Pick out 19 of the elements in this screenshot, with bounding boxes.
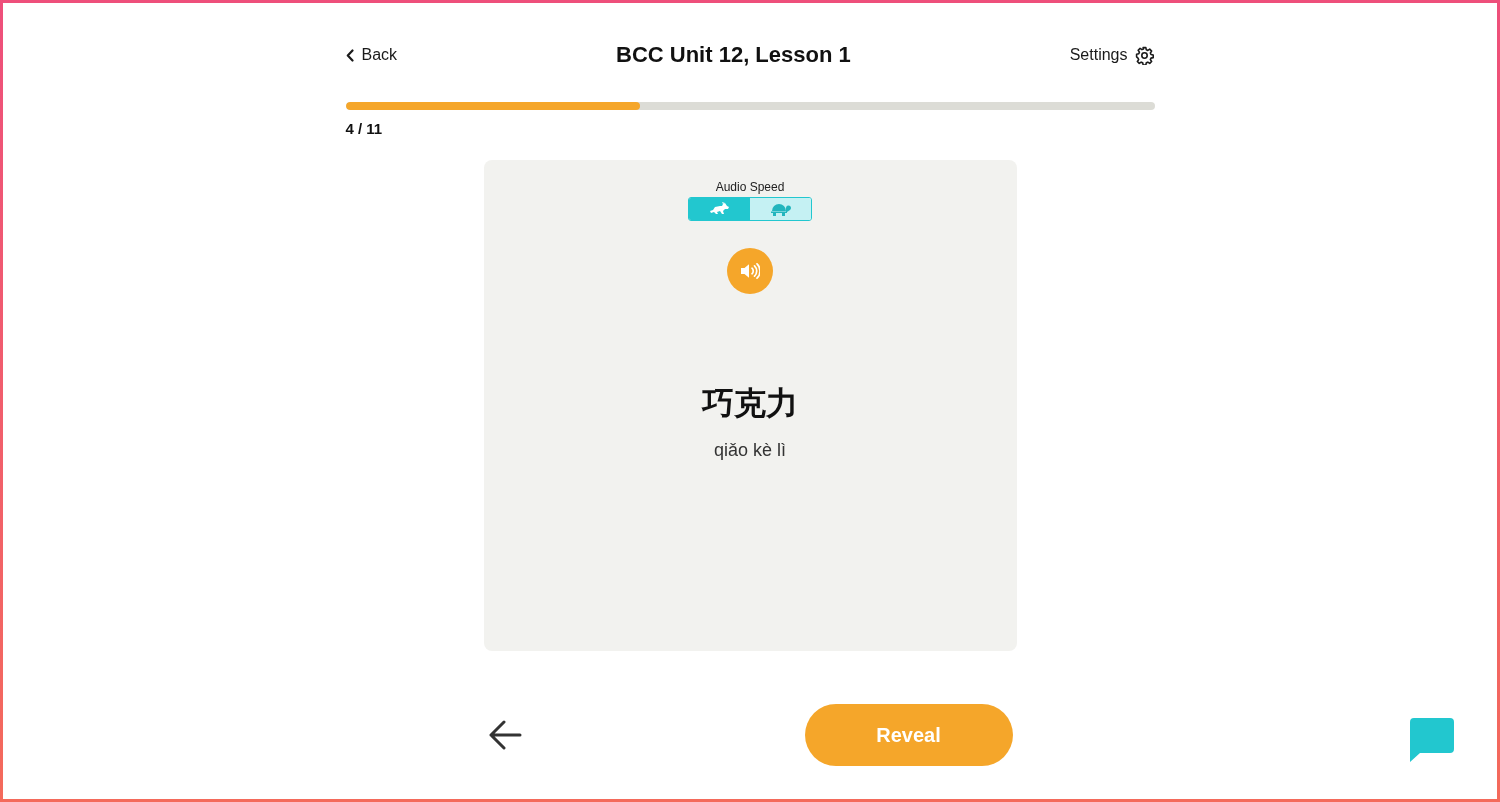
speech-bubble-icon <box>1410 718 1454 762</box>
play-audio-button[interactable] <box>727 248 773 294</box>
speed-option[interactable] <box>750 198 811 220</box>
progress-counter: 4 / 11 <box>345 120 383 138</box>
speaker-icon <box>740 263 760 279</box>
lesson-title: BCC Unit 12, Lesson 1 <box>616 41 851 69</box>
chat-button[interactable] <box>1410 718 1454 762</box>
audio-speed-label: Audio Speed <box>715 179 785 195</box>
rabbit-icon <box>709 202 730 216</box>
settings-link[interactable]: Settings <box>1069 40 1155 70</box>
back-link[interactable]: Back <box>345 40 398 70</box>
chinese-word: 巧克力 <box>702 384 798 423</box>
chevron-left-icon <box>345 48 354 62</box>
turtle-icon <box>769 202 792 216</box>
speed-option[interactable] <box>689 198 750 220</box>
arrow-left-icon <box>487 720 522 750</box>
settings-icon <box>1135 45 1155 65</box>
pinyin-text: qiǎo kè lì <box>713 439 786 462</box>
previous-card-button[interactable] <box>487 718 522 752</box>
